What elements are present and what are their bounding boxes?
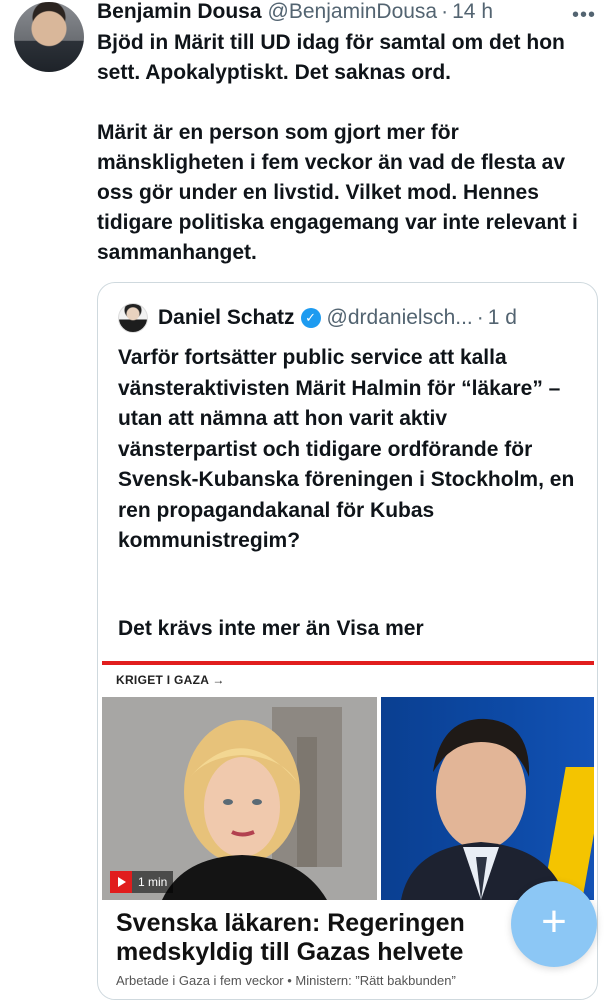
tweet-timestamp[interactable]: 14 h (452, 0, 493, 24)
article-kicker[interactable]: KRIGET I GAZA → (116, 673, 225, 687)
quoted-text: Varför fortsätter public service att kal… (118, 346, 581, 552)
show-more-link[interactable]: Visa mer (336, 617, 423, 640)
quoted-author-name[interactable]: Daniel Schatz (158, 306, 295, 330)
more-horizontal-icon[interactable]: ••• (572, 4, 596, 27)
quoted-author-handle[interactable]: @drdanielsch... (327, 306, 473, 330)
quoted-truncated-text: Det krävs inte mer än (118, 617, 331, 640)
quoted-header: Daniel Schatz ✓ @drdanielsch... · 1 d (118, 303, 517, 333)
article-photo-woman: 1 min (102, 697, 377, 900)
verified-badge-icon: ✓ (300, 308, 321, 328)
video-duration: 1 min (138, 875, 168, 889)
author-handle[interactable]: @BenjaminDousa (268, 0, 438, 24)
fab-label: + (541, 897, 567, 946)
separator-dot: · (476, 306, 484, 329)
quoted-author-avatar[interactable] (118, 303, 148, 333)
video-duration-badge[interactable]: 1 min (110, 871, 174, 893)
compose-plus-icon[interactable]: + (511, 881, 597, 967)
play-icon[interactable] (110, 871, 132, 893)
tweet-text: Bjöd in Märit till UD idag för samtal om… (97, 31, 578, 264)
author-avatar[interactable] (14, 2, 84, 72)
article-subline: Arbetade i Gaza i fem veckor • Ministern… (116, 973, 456, 988)
tweet-header: Benjamin Dousa @BenjaminDousa · 14 h (97, 0, 602, 24)
quoted-tweet[interactable]: Daniel Schatz ✓ @drdanielsch... · 1 d Va… (97, 282, 598, 1000)
quoted-truncated-row: Det krävs inte mer än Visa mer (118, 617, 424, 641)
quoted-timestamp[interactable]: 1 d (488, 306, 517, 330)
separator-dot: · (441, 0, 449, 23)
article-photo-man (381, 697, 594, 900)
author-name[interactable]: Benjamin Dousa (97, 0, 262, 24)
